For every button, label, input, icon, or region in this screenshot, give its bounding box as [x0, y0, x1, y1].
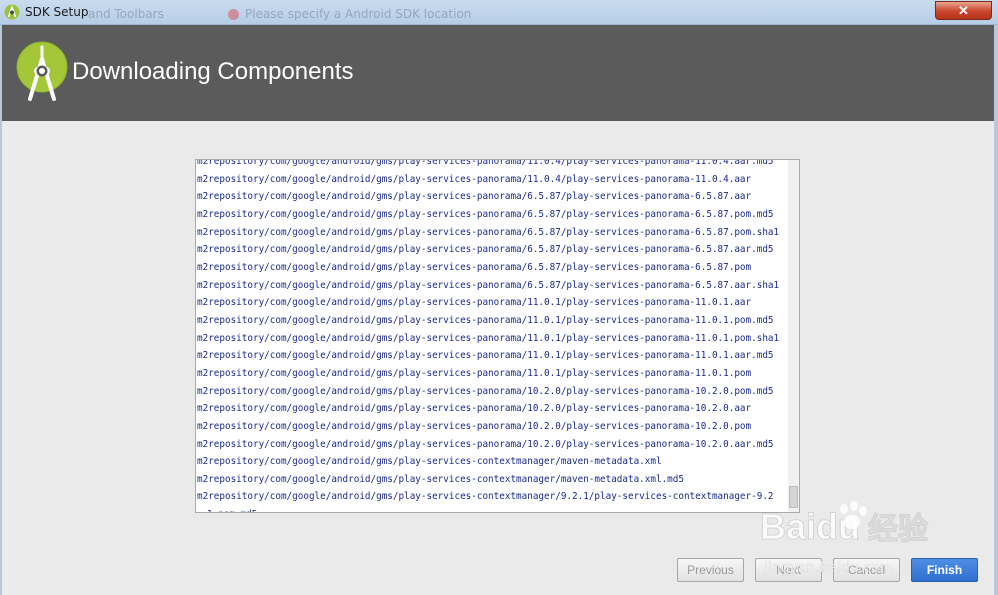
android-studio-app-icon [4, 4, 20, 20]
log-line: m2repository/com/google/android/gms/play… [197, 491, 774, 503]
paw-icon [840, 501, 867, 529]
log-line: m2repository/com/google/android/gms/play… [197, 159, 774, 167]
log-line: m2repository/com/google/android/gms/play… [197, 332, 780, 344]
error-icon [228, 9, 239, 20]
log-line: m2repository/com/google/android/gms/play… [197, 473, 684, 485]
log-scrollbar-thumb[interactable] [789, 486, 798, 508]
finish-button[interactable]: Finish [911, 558, 978, 582]
log-line: m2repository/com/google/android/gms/play… [197, 420, 752, 432]
log-line: m2repository/com/google/android/gms/play… [197, 173, 752, 185]
log-line: m2repository/com/google/android/gms/play… [197, 261, 752, 273]
page-title: Downloading Components [72, 58, 354, 85]
wizard-header: Downloading Components [2, 25, 994, 121]
download-log-panel[interactable]: m2repository/com/google/android/gms/play… [195, 159, 800, 513]
log-line: m2repository/com/google/android/gms/play… [197, 314, 774, 326]
cancel-button[interactable]: Cancel [833, 558, 900, 582]
background-window-text: and Toolbars [88, 7, 164, 21]
close-icon: ✕ [958, 3, 969, 18]
window-titlebar: SDK Setup and Toolbars Please specify a … [0, 0, 998, 25]
log-line: m2repository/com/google/android/gms/play… [197, 456, 662, 468]
log-line: m2repository/com/google/android/gms/play… [197, 244, 774, 256]
log-line: 1.pom.md5 [196, 506, 799, 512]
window-title: SDK Setup [25, 5, 89, 19]
log-line: m2repository/com/google/android/gms/play… [197, 403, 752, 415]
watermark-suffix: 经验 [868, 512, 928, 547]
log-line: m2repository/com/google/android/gms/play… [197, 367, 752, 379]
close-window-button[interactable]: ✕ [935, 1, 992, 20]
log-line: m2repository/com/google/android/gms/play… [197, 297, 752, 309]
window-frame-right [994, 25, 998, 595]
log-line: m2repository/com/google/android/gms/play… [197, 438, 774, 450]
previous-button[interactable]: Previous [677, 558, 744, 582]
log-scrollbar[interactable] [788, 160, 799, 512]
next-button[interactable]: Next [755, 558, 822, 582]
log-line: m2repository/com/google/android/gms/play… [197, 226, 780, 238]
log-line: m2repository/com/google/android/gms/play… [197, 279, 780, 291]
log-line: m2repository/com/google/android/gms/play… [197, 191, 752, 203]
log-line: m2repository/com/google/android/gms/play… [197, 350, 774, 362]
log-line: m2repository/com/google/android/gms/play… [197, 385, 774, 397]
log-line: m2repository/com/google/android/gms/play… [197, 208, 774, 220]
download-log-lines: m2repository/com/google/android/gms/play… [196, 159, 799, 512]
background-window-text: Please specify a Android SDK location [245, 7, 472, 21]
android-studio-logo-icon [16, 41, 68, 101]
